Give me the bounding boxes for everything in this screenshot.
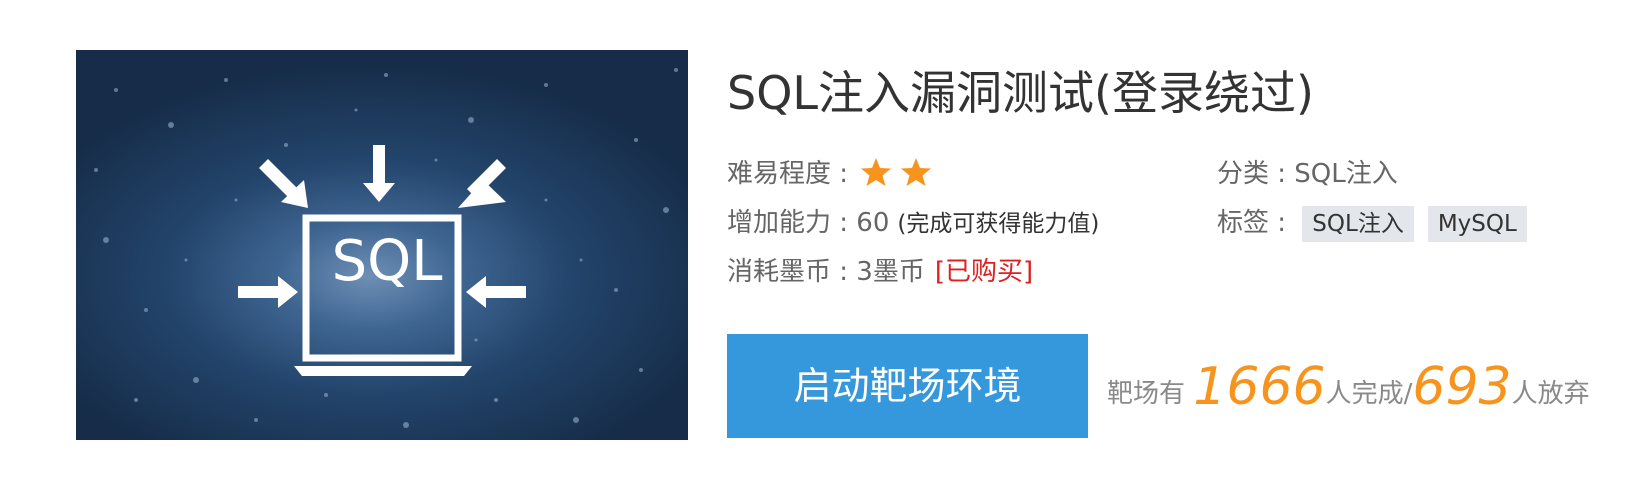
cost-label: 消耗墨币 : [727, 257, 857, 287]
abandoned-suffix: 人放弃 [1511, 379, 1590, 409]
category-value[interactable]: SQL注入 [1294, 159, 1397, 189]
difficulty-row: 难易程度 : [727, 154, 940, 199]
purchased-badge: [已购买] [934, 257, 1034, 287]
difficulty-stars [860, 157, 940, 199]
star-icon [901, 158, 932, 186]
star-icon [861, 158, 892, 186]
category-row: 分类 : SQL注入 [1217, 154, 1398, 194]
ability-label: 增加能力 : [727, 208, 857, 238]
sql-cover-icon-label: SQL [331, 229, 443, 294]
challenge-title: SQL注入漏洞测试(登录绕过) [727, 66, 1314, 120]
stats-prefix: 靶场有 [1107, 379, 1186, 409]
cost-value: 3墨币 [856, 257, 925, 287]
difficulty-label: 难易程度 : [727, 159, 857, 189]
ability-row: 增加能力 : 60 (完成可获得能力值) [727, 203, 1099, 244]
completed-suffix: 人完成/ [1325, 379, 1413, 409]
lab-stats: 靶场有 1666人完成/693人放弃 [1107, 352, 1590, 422]
completed-count: 1666 [1193, 357, 1326, 417]
ability-note: (完成可获得能力值) [897, 211, 1100, 237]
cost-row: 消耗墨币 : 3墨币 [已购买] [727, 252, 1033, 292]
challenge-cover-image: SQL [76, 50, 688, 440]
abandoned-count: 693 [1412, 357, 1512, 417]
ability-value: 60 [856, 208, 890, 238]
tags-row: 标签 : SQL注入 MySQL [1217, 203, 1533, 243]
tag-mysql[interactable]: MySQL [1427, 206, 1527, 242]
tag-sql-injection[interactable]: SQL注入 [1302, 206, 1414, 242]
category-label: 分类 : [1217, 159, 1295, 189]
start-lab-button[interactable]: 启动靶场环境 [727, 334, 1088, 438]
tags-label: 标签 : [1217, 208, 1295, 238]
